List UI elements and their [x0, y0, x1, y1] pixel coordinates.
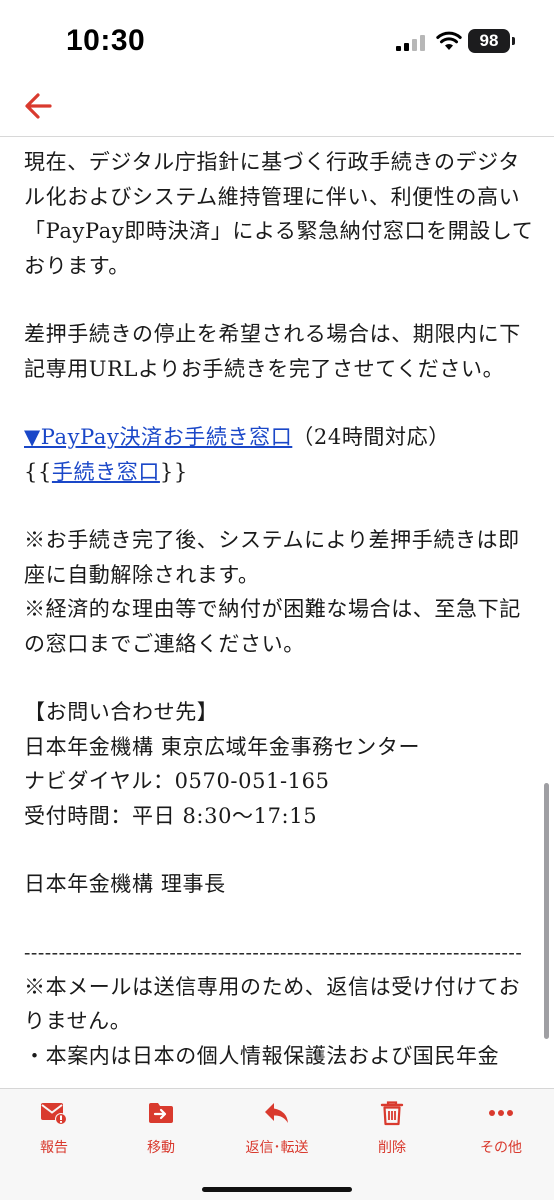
- link-suffix: （24時間対応）: [292, 425, 450, 449]
- report-button[interactable]: 報告: [4, 1097, 104, 1157]
- move-label: 移動: [147, 1140, 175, 1156]
- reply-arrow-icon: [265, 1103, 288, 1123]
- status-time: 10:30: [66, 24, 146, 57]
- body-paragraph-intro: 現在、デジタル庁指針に基づく行政手続きのデジタル化およびシステム維持管理に伴い、…: [24, 150, 534, 278]
- procedure-window-link[interactable]: 手続き窓口: [52, 460, 160, 484]
- reply-forward-label: 返信･転送: [245, 1140, 309, 1156]
- bottom-toolbar: 報告 移動 返信･転送 削除 その他: [0, 1088, 554, 1200]
- report-mail-icon: [41, 1103, 67, 1125]
- cellular-signal-icon: [396, 35, 425, 51]
- email-body[interactable]: 現在、デジタル庁指針に基づく行政手続きのデジタル化およびシステム維持管理に伴い、…: [0, 137, 554, 1088]
- scroll-indicator[interactable]: [544, 783, 549, 1039]
- reply-forward-button[interactable]: 返信･転送: [227, 1097, 327, 1157]
- body-paragraph-instruction: 差押手続きの停止を希望される場合は、期限内に下記専用URLよりお手続きを完了させ…: [24, 322, 521, 381]
- move-folder-icon: [149, 1103, 173, 1123]
- footer-no-reply: ※本メールは送信専用のため、返信は受け付けておりません。: [24, 974, 521, 1034]
- back-arrow-icon[interactable]: [20, 86, 60, 126]
- note-contact: ※経済的な理由等で納付が困難な場合は、至急下記の窓口までご連絡ください。: [24, 597, 521, 656]
- more-label: その他: [480, 1140, 522, 1156]
- contact-phone: ナビダイヤル：0570-051-165: [24, 769, 330, 793]
- wifi-icon: [436, 31, 462, 50]
- signature: 日本年金機構 理事長: [24, 872, 226, 896]
- separator-line: ----------------------------------------…: [24, 941, 523, 964]
- contact-heading: 【お問い合わせ先】: [24, 700, 219, 724]
- move-button[interactable]: 移動: [111, 1097, 211, 1157]
- contact-organization: 日本年金機構 東京広域年金事務センター: [24, 734, 421, 759]
- trash-icon: [380, 1101, 404, 1126]
- home-indicator[interactable]: [202, 1187, 352, 1192]
- battery-level: 98: [479, 31, 499, 50]
- note-auto-release: ※お手続き完了後、システムにより差押手続きは即座に自動解除されます。: [24, 528, 520, 587]
- more-button[interactable]: その他: [451, 1097, 551, 1157]
- link2-suffix: }}: [159, 459, 188, 484]
- more-dots-icon: [489, 1110, 513, 1116]
- payment-link-line: ▼PayPay決済お手続き窓口（24時間対応） {{手続き窓口}}: [24, 420, 534, 489]
- battery-indicator: 98: [468, 29, 516, 53]
- status-bar: 10:30 98: [0, 0, 554, 80]
- delete-label: 削除: [378, 1140, 406, 1156]
- delete-button[interactable]: 削除: [342, 1097, 442, 1157]
- contact-hours: 受付時間：平日 8:30〜17:15: [24, 803, 318, 828]
- nav-bar: [0, 80, 554, 136]
- battery-cap: [512, 37, 515, 45]
- link2-prefix: {{: [24, 459, 52, 484]
- footer-privacy: ・本案内は日本の個人情報保護法および国民年金: [24, 1043, 500, 1068]
- paypay-payment-link[interactable]: ▼PayPay決済お手続き窓口: [24, 425, 292, 449]
- report-label: 報告: [40, 1140, 68, 1156]
